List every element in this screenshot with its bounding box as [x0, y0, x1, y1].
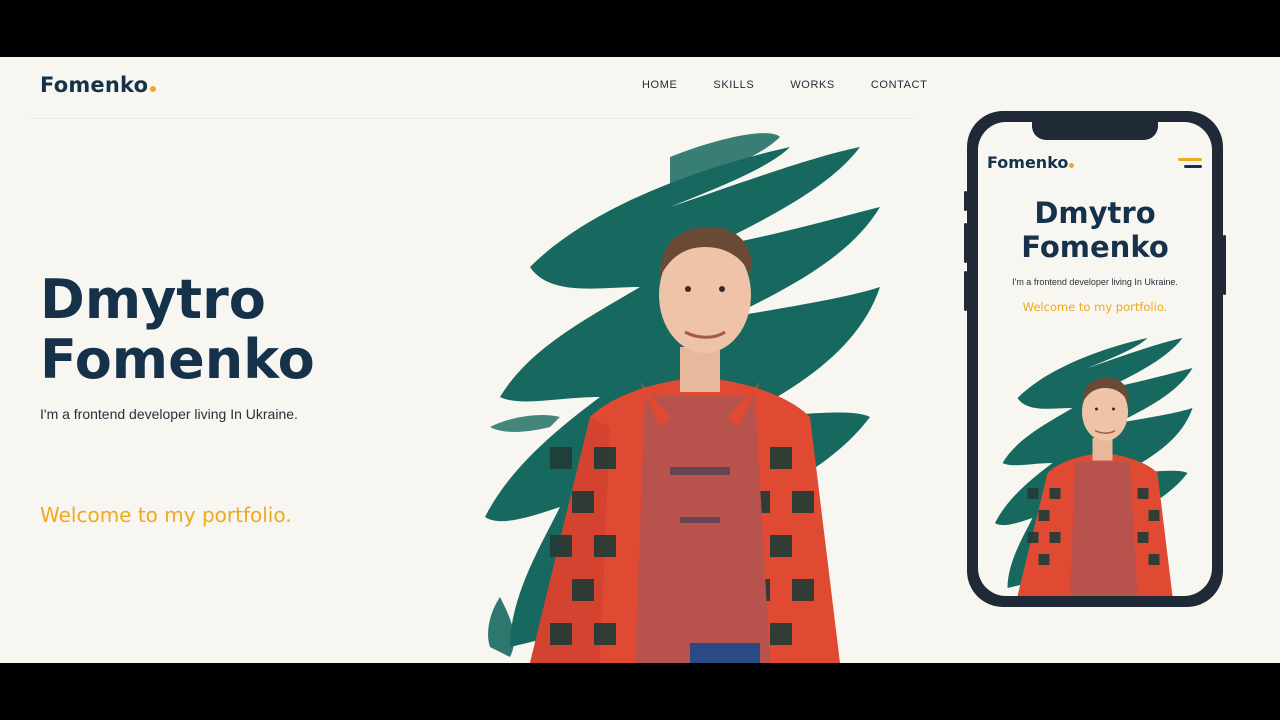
hero-first-name: Dmytro: [40, 268, 266, 331]
phone-notch: [1032, 122, 1158, 140]
brand-name: Fomenko: [40, 73, 149, 97]
hero-last-name: Fomenko: [40, 328, 315, 391]
mobile-hero-first-name: Dmytro: [1034, 196, 1156, 230]
nav-divider: [30, 118, 915, 119]
mobile-hero-last-name: Fomenko: [1021, 230, 1169, 264]
hamburger-menu-icon[interactable]: [1178, 158, 1202, 170]
phone-side-button: [964, 271, 967, 311]
hero-subtitle: I'm a frontend developer living In Ukrai…: [40, 406, 298, 422]
mobile-hero-welcome: Welcome to my portfolio.: [1022, 300, 1168, 314]
hero-title: Dmytro Fomenko: [40, 270, 315, 390]
phone-power-button: [1223, 235, 1226, 295]
mobile-portrait-photo: [995, 338, 1193, 596]
mobile-brand-logo[interactable]: Fomenko: [987, 153, 1075, 172]
dot-icon: [150, 86, 157, 92]
nav-home[interactable]: HOME: [642, 79, 677, 91]
main-nav: HOME SKILLS WORKS CONTACT: [642, 79, 963, 91]
portrait-photo: [485, 133, 880, 663]
dot-icon: [1069, 163, 1075, 168]
phone-side-button: [964, 191, 967, 211]
mobile-hero-title: Dmytro Fomenko: [978, 196, 1212, 264]
portfolio-page: Fomenko HOME SKILLS WORKS CONTACT Dmytro…: [0, 57, 1280, 663]
brand-logo[interactable]: Fomenko: [40, 73, 157, 97]
mobile-brand-name: Fomenko: [987, 153, 1069, 172]
phone-screen: Fomenko Dmytro Fomenko I'm a frontend de…: [978, 122, 1212, 596]
nav-contact[interactable]: CONTACT: [871, 79, 928, 91]
nav-skills[interactable]: SKILLS: [713, 79, 754, 91]
menu-bar-accent: [1178, 158, 1202, 161]
nav-works[interactable]: WORKS: [790, 79, 835, 91]
phone-side-button: [964, 223, 967, 263]
menu-bar: [1184, 165, 1202, 168]
hero-welcome: Welcome to my portfolio.: [40, 503, 292, 527]
mobile-hero-subtitle: I'm a frontend developer living In Ukrai…: [1012, 277, 1178, 287]
phone-mockup: Fomenko Dmytro Fomenko I'm a frontend de…: [964, 111, 1226, 607]
